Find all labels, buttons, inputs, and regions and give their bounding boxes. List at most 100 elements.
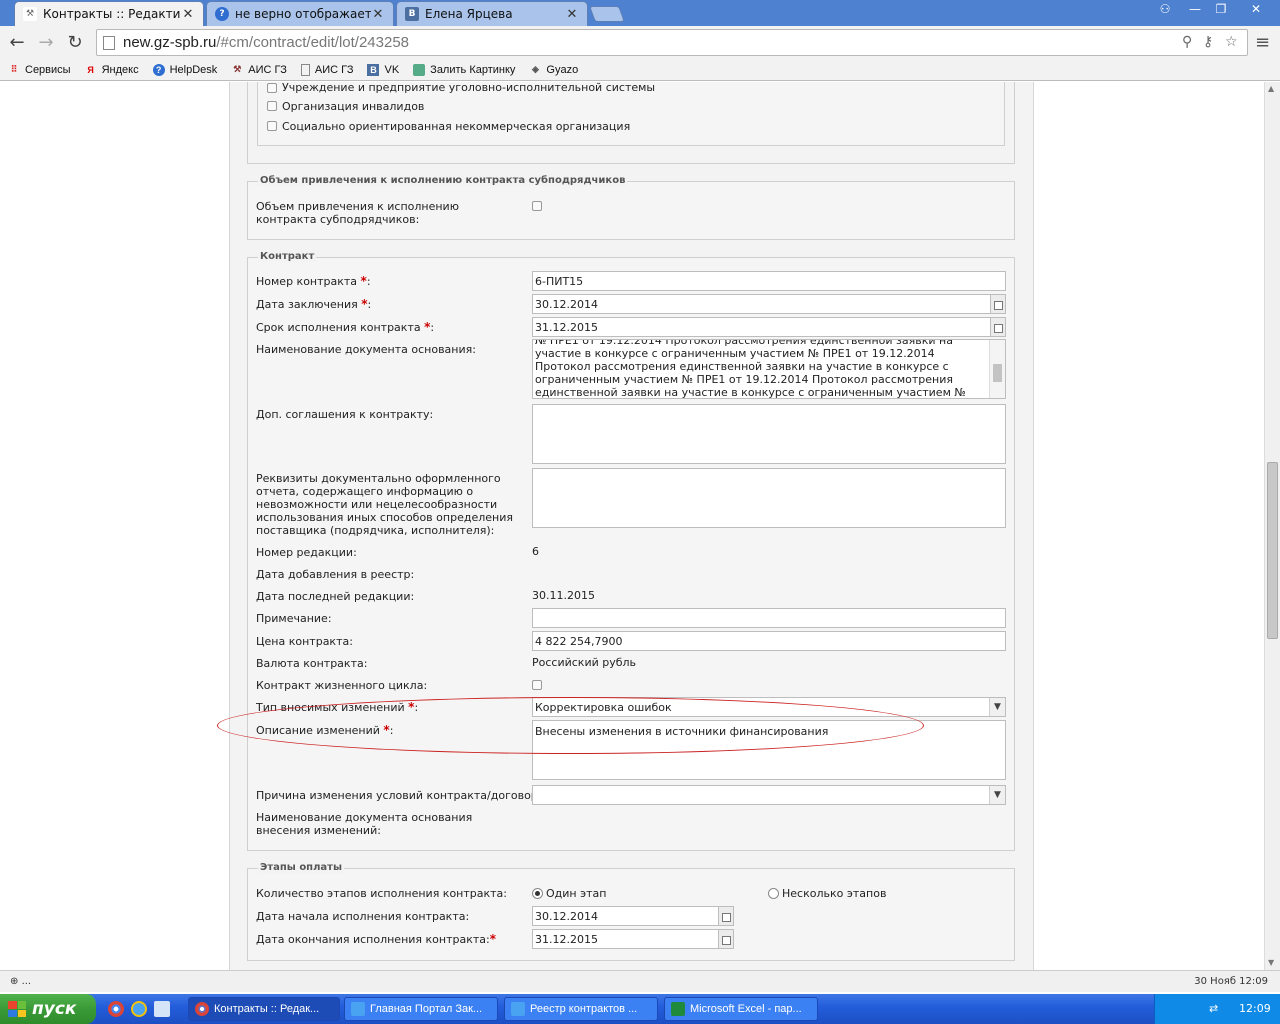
note-input[interactable] bbox=[532, 608, 1006, 628]
change-reason-label: Причина изменения условий контракта/дого… bbox=[256, 789, 549, 802]
apps-icon: ⠿ bbox=[10, 64, 18, 74]
windows-taskbar: пуск Контракты :: Редак... Главная Порта… bbox=[0, 994, 1280, 1024]
change-type-select[interactable]: Корректировка ошибок ▼ bbox=[532, 697, 1006, 717]
bookmark-ais-gz-2[interactable]: АИС ГЗ bbox=[300, 63, 353, 76]
calendar-icon[interactable] bbox=[718, 907, 733, 925]
penal-institution-checkbox[interactable] bbox=[267, 83, 277, 93]
menu-icon[interactable]: ≡ bbox=[1255, 32, 1270, 53]
hammer-icon: ⚒ bbox=[233, 64, 242, 74]
bookmark-upload-image[interactable]: Залить Картинку bbox=[413, 63, 515, 76]
revision-value: 6 bbox=[532, 545, 539, 558]
chrome-icon[interactable] bbox=[108, 1001, 124, 1017]
disabled-org-checkbox[interactable] bbox=[267, 101, 277, 111]
bookmark-gyazo[interactable]: ◈ Gyazo bbox=[529, 64, 578, 76]
scroll-up-icon[interactable]: ▲ bbox=[1268, 84, 1274, 93]
forward-icon[interactable]: → bbox=[35, 32, 57, 54]
bookmark-yandex[interactable]: Я Яндекс bbox=[85, 63, 139, 76]
nonprofit-checkbox[interactable] bbox=[267, 121, 277, 131]
page-icon bbox=[300, 63, 310, 76]
basis-doc-textarea[interactable]: № ПРЕ1 от 19.12.2014 Протокол рассмотрен… bbox=[532, 339, 1006, 399]
task-registry[interactable]: Реестр контрактов ... bbox=[504, 997, 658, 1021]
term-input[interactable]: 31.12.2015 bbox=[532, 317, 1006, 337]
clock[interactable]: 12:09 bbox=[1239, 1002, 1271, 1015]
many-stages-radio[interactable] bbox=[768, 888, 779, 899]
restore-icon[interactable]: ❐ bbox=[1208, 0, 1234, 18]
hammer-icon: ⚒ bbox=[23, 7, 37, 21]
bookmark-services[interactable]: ⠿ Сервисы bbox=[8, 64, 71, 76]
show-desktop-icon[interactable] bbox=[154, 1001, 170, 1017]
star-icon[interactable]: ☆ bbox=[1225, 34, 1238, 50]
minimize-icon[interactable]: — bbox=[1182, 0, 1208, 18]
bookmark-label: HelpDesk bbox=[169, 63, 218, 76]
tab-vk-profile[interactable]: B Елена Ярцева ✕ bbox=[396, 1, 588, 26]
contract-number-input[interactable]: 6-ПИТ15 bbox=[532, 271, 1006, 291]
lifecycle-label: Контракт жизненного цикла: bbox=[256, 679, 428, 692]
search-icon[interactable]: ⚲ bbox=[1182, 34, 1192, 50]
vk-icon: B bbox=[367, 63, 380, 76]
task-excel[interactable]: Microsoft Excel - пар... bbox=[664, 997, 818, 1021]
vk-icon: B bbox=[405, 7, 419, 21]
chevron-down-icon[interactable]: ▼ bbox=[989, 698, 1005, 716]
section-legend: Этапы оплаты bbox=[258, 862, 345, 873]
addendum-textarea[interactable] bbox=[532, 404, 1006, 464]
page-viewport: Учреждение и предприятие уголовно-исполн… bbox=[0, 82, 1264, 970]
url-text: new.gz-spb.ru/#cm/contract/edit/lot/2432… bbox=[123, 34, 410, 51]
tab-contracts[interactable]: ⚒ Контракты :: Редактирова ✕ bbox=[14, 1, 204, 26]
calendar-icon[interactable] bbox=[990, 318, 1005, 336]
page-scrollbar[interactable]: ▲ ▼ bbox=[1264, 82, 1280, 970]
start-date-label: Дата начала исполнения контракта: bbox=[256, 910, 470, 923]
address-bar[interactable]: new.gz-spb.ru/#cm/contract/edit/lot/2432… bbox=[96, 29, 1248, 56]
scroll-thumb[interactable] bbox=[1267, 462, 1278, 639]
task-contracts[interactable]: Контракты :: Редак... bbox=[188, 997, 340, 1021]
one-stage-radio[interactable] bbox=[532, 888, 543, 899]
close-tab-icon[interactable]: ✕ bbox=[181, 7, 195, 22]
lifecycle-checkbox[interactable] bbox=[532, 680, 542, 690]
user-icon[interactable]: ⚇ bbox=[1152, 0, 1178, 18]
start-label: пуск bbox=[32, 999, 77, 1019]
status-datetime: 30 Нояб 12:09 bbox=[1194, 976, 1268, 987]
browser-toolbar: ← → ↻ new.gz-spb.ru/#cm/contract/edit/lo… bbox=[0, 26, 1280, 59]
excel-icon bbox=[671, 1002, 685, 1016]
change-reason-select[interactable]: ▼ bbox=[532, 785, 1006, 805]
chevron-down-icon[interactable]: ▼ bbox=[989, 786, 1005, 804]
section-legend: Контракт bbox=[258, 251, 317, 262]
end-date-input[interactable]: 31.12.2015 bbox=[532, 929, 734, 949]
required-mark: * bbox=[361, 297, 368, 311]
task-portal[interactable]: Главная Портал Зак... bbox=[344, 997, 498, 1021]
bookmark-helpdesk[interactable]: ? HelpDesk bbox=[152, 63, 218, 76]
bookmark-ais-gz[interactable]: ⚒ АИС ГЗ bbox=[231, 64, 287, 76]
network-icon[interactable]: ⇄ bbox=[1209, 1002, 1218, 1015]
back-icon[interactable]: ← bbox=[6, 32, 28, 54]
close-tab-icon[interactable]: ✕ bbox=[565, 7, 579, 22]
key-icon[interactable]: ⚷ bbox=[1203, 34, 1213, 50]
one-stage-label: Один этап bbox=[546, 887, 607, 900]
conclusion-date-input[interactable]: 30.12.2014 bbox=[532, 294, 1006, 314]
nonprofit-label: Социально ориентированная некоммерческая… bbox=[282, 120, 631, 133]
tab-display-issue[interactable]: ? не верно отображается фи ✕ bbox=[206, 1, 394, 26]
report-label: Реквизиты документально оформленного отч… bbox=[256, 472, 513, 537]
bookmark-vk[interactable]: B VK bbox=[367, 63, 399, 76]
ie-icon[interactable] bbox=[131, 1001, 147, 1017]
calendar-icon[interactable] bbox=[718, 930, 733, 948]
subcontract-checkbox[interactable] bbox=[532, 201, 542, 211]
close-window-icon[interactable]: ✕ bbox=[1234, 0, 1278, 18]
reload-icon[interactable]: ↻ bbox=[64, 32, 86, 54]
start-button[interactable]: пуск bbox=[0, 994, 96, 1024]
revision-label: Номер редакции: bbox=[256, 546, 357, 559]
currency-label: Валюта контракта: bbox=[256, 657, 368, 670]
new-tab-button[interactable] bbox=[589, 6, 625, 22]
change-desc-textarea[interactable]: Внесены изменения в источники финансиров… bbox=[532, 720, 1006, 780]
image-icon bbox=[413, 63, 426, 76]
report-textarea[interactable] bbox=[532, 468, 1006, 528]
calendar-icon[interactable] bbox=[990, 295, 1005, 313]
chrome-icon bbox=[195, 1002, 209, 1016]
basis-doc-text: № ПРЕ1 от 19.12.2014 Протокол рассмотрен… bbox=[535, 339, 966, 399]
close-tab-icon[interactable]: ✕ bbox=[371, 7, 385, 22]
textarea-scrollbar[interactable] bbox=[989, 340, 1005, 398]
penal-institution-label: Учреждение и предприятие уголовно-исполн… bbox=[282, 82, 656, 94]
scroll-down-icon[interactable]: ▼ bbox=[1268, 958, 1274, 967]
tab-strip: ⚒ Контракты :: Редактирова ✕ ? не верно … bbox=[0, 0, 1280, 26]
price-input[interactable]: 4 822 254,7900 bbox=[532, 631, 1006, 651]
bookmark-label: Яндекс bbox=[101, 63, 139, 76]
start-date-input[interactable]: 30.12.2014 bbox=[532, 906, 734, 926]
